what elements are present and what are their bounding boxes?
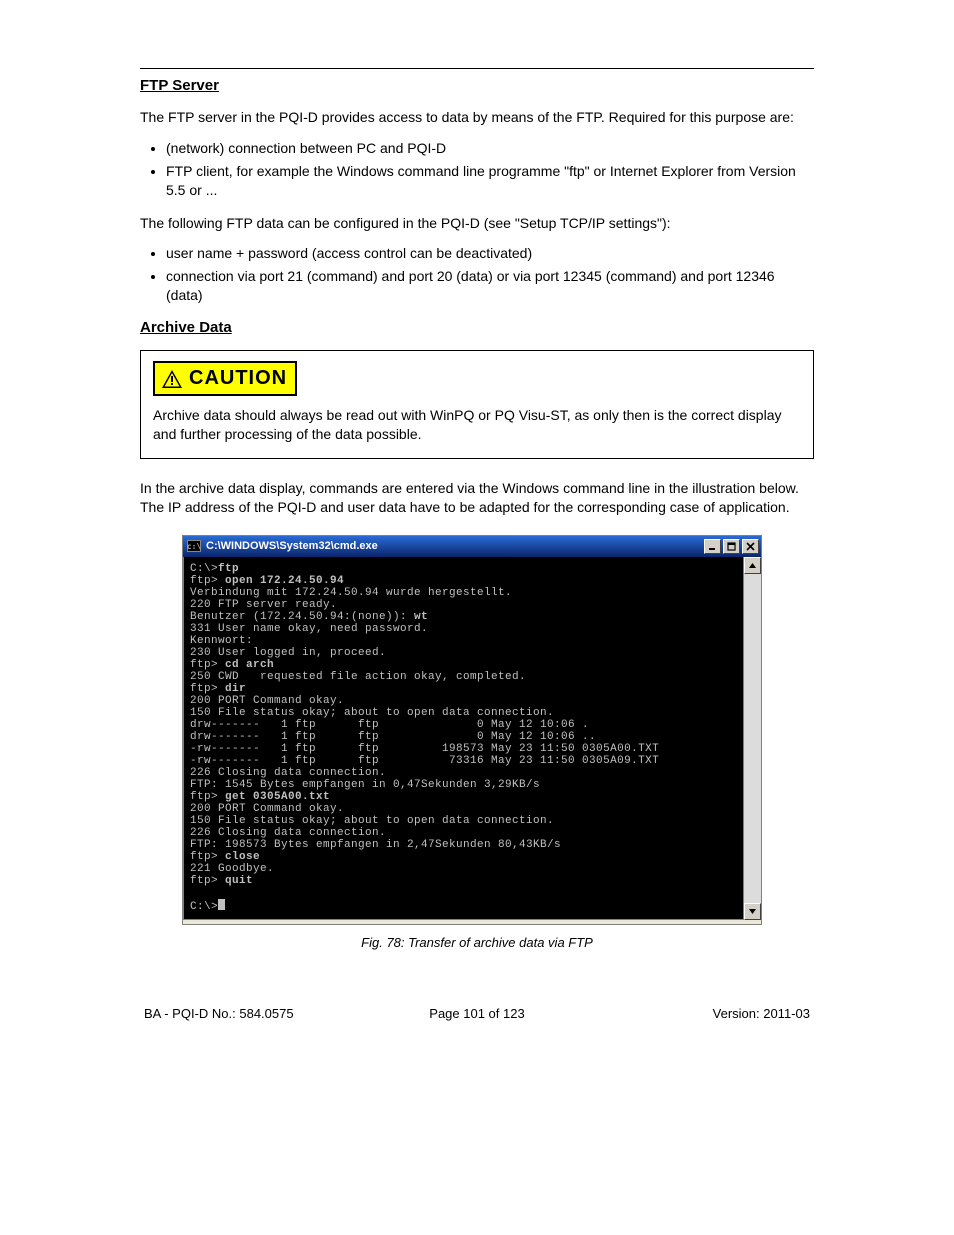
para-archive: In the archive data display, commands ar… [140, 479, 814, 517]
para-intro: The FTP server in the PQI-D provides acc… [140, 108, 814, 127]
header-rule [140, 68, 814, 69]
page: FTP Server The FTP server in the PQI-D p… [0, 0, 954, 1081]
figure-caption: Fig. 78: Transfer of archive data via FT… [140, 935, 814, 950]
caution-box: CAUTION Archive data should always be re… [140, 350, 814, 459]
scroll-up-button[interactable] [744, 557, 761, 574]
footer-left: BA - PQI-D No.: 584.0575 [144, 1006, 364, 1021]
list-item: (network) connection between PC and PQI-… [166, 139, 814, 158]
minimize-icon [708, 542, 717, 551]
warning-triangle-icon [161, 369, 183, 389]
window-title: C:\WINDOWS\System32\cmd.exe [206, 540, 704, 552]
page-footer: BA - PQI-D No.: 584.0575 Page 101 of 123… [140, 1006, 814, 1021]
terminal-area: C:\>ftp ftp> open 172.24.50.94 Verbindun… [183, 557, 761, 924]
caution-badge: CAUTION [153, 361, 297, 396]
vertical-scrollbar[interactable] [743, 557, 761, 920]
list-item: FTP client, for example the Windows comm… [166, 162, 814, 200]
window-titlebar: c:\ C:\WINDOWS\System32\cmd.exe [183, 536, 761, 557]
scroll-track[interactable] [744, 574, 761, 903]
chevron-down-icon [748, 907, 757, 916]
cmd-icon: c:\ [187, 540, 201, 552]
list-requirements: (network) connection between PC and PQI-… [140, 139, 814, 200]
footer-right: Version: 2011-03 [590, 1006, 810, 1021]
terminal-window: c:\ C:\WINDOWS\System32\cmd.exe C:\>ftp … [182, 535, 762, 925]
close-button[interactable] [742, 539, 759, 554]
window-buttons [704, 539, 759, 554]
minimize-button[interactable] [704, 539, 721, 554]
list-item: connection via port 21 (command) and por… [166, 267, 814, 305]
close-icon [746, 542, 755, 551]
caution-text: Archive data should always be read out w… [153, 406, 799, 444]
scroll-down-button[interactable] [744, 903, 761, 920]
chevron-up-icon [748, 561, 757, 570]
para-config-intro: The following FTP data can be configured… [140, 214, 814, 233]
maximize-button[interactable] [723, 539, 740, 554]
section-title-ftp: FTP Server [140, 77, 814, 94]
caution-label: CAUTION [189, 367, 287, 390]
maximize-icon [727, 542, 736, 551]
list-item: user name + password (access control can… [166, 244, 814, 263]
terminal-output[interactable]: C:\>ftp ftp> open 172.24.50.94 Verbindun… [183, 557, 761, 920]
list-config: user name + password (access control can… [140, 244, 814, 305]
footer-center: Page 101 of 123 [367, 1006, 587, 1021]
section-title-archive: Archive Data [140, 319, 814, 336]
